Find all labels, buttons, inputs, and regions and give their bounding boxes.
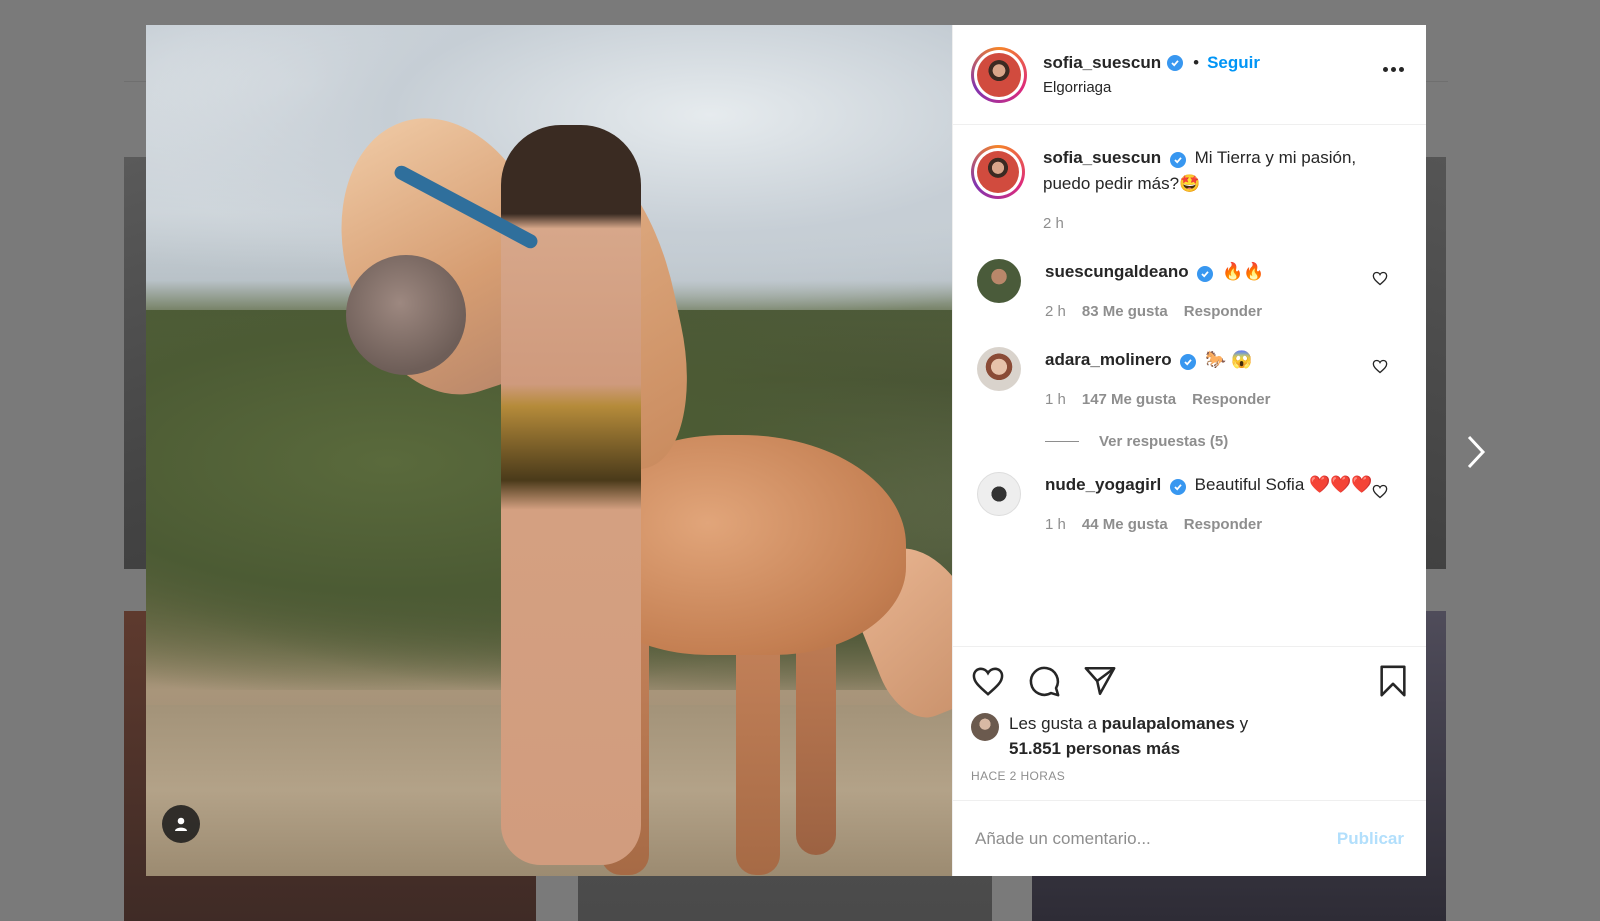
post-modal: sofia_suescun • Seguir Elgorriaga sofia_… xyxy=(146,25,1426,876)
comments-list: sofia_suescun Mi Tierra y mi pasión, pue… xyxy=(953,125,1426,646)
comment-time: 1 h xyxy=(1045,516,1066,533)
user-tag-icon xyxy=(175,817,187,831)
bookmark-icon xyxy=(1380,665,1406,697)
comment-likes[interactable]: 147 Me gusta xyxy=(1082,387,1176,413)
heart-icon[interactable] xyxy=(1372,484,1388,504)
likes-prefix: Les gusta a xyxy=(1009,714,1097,733)
view-replies-label: Ver respuestas (5) xyxy=(1099,433,1229,450)
comment-time: 1 h xyxy=(1045,391,1066,408)
avatar[interactable] xyxy=(971,713,999,741)
comment-username[interactable]: nude_yogagirl xyxy=(1045,475,1161,494)
more-options-icon[interactable] xyxy=(1383,67,1404,72)
verified-icon xyxy=(1167,55,1184,71)
save-button[interactable] xyxy=(1378,664,1408,698)
comment-time: 2 h xyxy=(1045,303,1066,320)
publish-button[interactable]: Publicar xyxy=(1337,829,1404,849)
avatar[interactable] xyxy=(971,46,1027,103)
comment-text: 🔥🔥 xyxy=(1222,262,1265,281)
share-button[interactable] xyxy=(1083,665,1117,697)
heart-icon xyxy=(972,667,1004,696)
comment-icon xyxy=(1029,666,1060,697)
author-username[interactable]: sofia_suescun xyxy=(1043,53,1161,73)
avatar[interactable] xyxy=(977,472,1021,516)
avatar[interactable] xyxy=(971,145,1025,199)
verified-icon xyxy=(1197,266,1214,282)
comment-text: 🐎 😱 xyxy=(1205,350,1253,369)
share-icon xyxy=(1084,666,1116,696)
verified-icon xyxy=(1169,152,1186,168)
view-replies-button[interactable]: Ver respuestas (5) xyxy=(1045,433,1408,450)
avatar[interactable] xyxy=(977,259,1021,303)
post-side-panel: sofia_suescun • Seguir Elgorriaga sofia_… xyxy=(952,25,1426,876)
likes-others[interactable]: 51.851 personas más xyxy=(1009,739,1180,758)
post-actions: Les gusta a paulapalomanes y 51.851 pers… xyxy=(953,646,1426,800)
post-caption: sofia_suescun Mi Tierra y mi pasión, pue… xyxy=(971,145,1408,237)
verified-icon xyxy=(1169,479,1186,495)
reply-button[interactable]: Responder xyxy=(1184,299,1262,325)
likes-summary: Les gusta a paulapalomanes y 51.851 pers… xyxy=(971,711,1408,761)
post-header: sofia_suescun • Seguir Elgorriaga xyxy=(953,25,1426,125)
comment-item: nude_yogagirl Beautiful Sofia ❤️❤️❤️ 1 h… xyxy=(971,472,1408,538)
post-photo[interactable] xyxy=(146,25,952,876)
comment-username[interactable]: adara_molinero xyxy=(1045,350,1172,369)
comment-username[interactable]: suescungaldeano xyxy=(1045,262,1189,281)
avatar[interactable] xyxy=(977,347,1021,391)
verified-icon xyxy=(1180,354,1197,370)
next-post-button[interactable] xyxy=(1456,430,1496,474)
follow-button[interactable]: Seguir xyxy=(1207,53,1260,73)
tagged-users-button[interactable] xyxy=(162,805,200,843)
reply-button[interactable]: Responder xyxy=(1184,512,1262,538)
heart-icon[interactable] xyxy=(1372,359,1388,379)
like-button[interactable] xyxy=(971,666,1005,697)
comment-input[interactable] xyxy=(975,828,1337,849)
post-timestamp[interactable]: HACE 2 HORAS xyxy=(971,769,1408,783)
chevron-right-icon xyxy=(1467,435,1486,469)
comment-text: Beautiful Sofia ❤️❤️❤️ xyxy=(1194,475,1373,494)
comment-likes[interactable]: 44 Me gusta xyxy=(1082,512,1168,538)
caption-time: 2 h xyxy=(1043,215,1064,232)
add-comment-bar: Publicar xyxy=(953,800,1426,876)
comment-button[interactable] xyxy=(1027,664,1061,698)
likes-user[interactable]: paulapalomanes xyxy=(1102,714,1235,733)
likes-connector: y xyxy=(1239,714,1249,733)
separator-dot: • xyxy=(1193,53,1200,72)
comment-item: suescungaldeano 🔥🔥 2 h 83 Me gusta Respo… xyxy=(971,259,1408,325)
reply-button[interactable]: Responder xyxy=(1192,387,1270,413)
heart-icon[interactable] xyxy=(1372,271,1388,291)
caption-username[interactable]: sofia_suescun xyxy=(1043,148,1161,167)
comment-item: adara_molinero 🐎 😱 1 h 147 Me gusta Resp… xyxy=(971,347,1408,413)
comment-likes[interactable]: 83 Me gusta xyxy=(1082,299,1168,325)
post-location[interactable]: Elgorriaga xyxy=(1043,79,1260,96)
